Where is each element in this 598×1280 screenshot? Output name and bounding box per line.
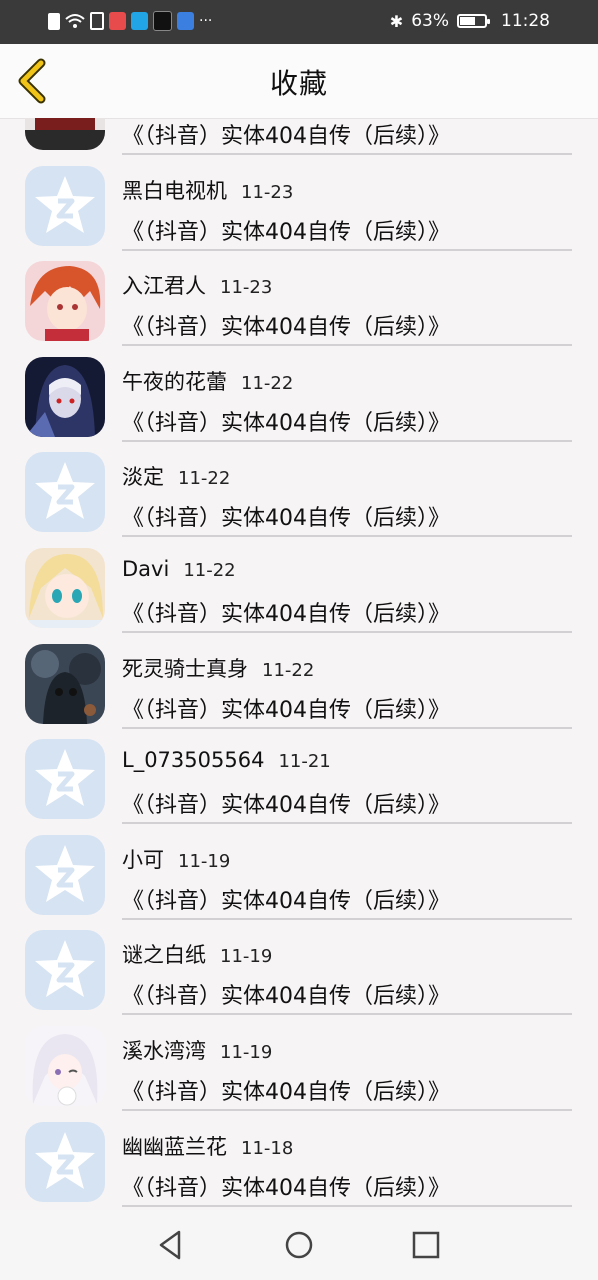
divider: [122, 439, 572, 442]
list-item[interactable]: 淡定 11-22 《（抖音）实体404自传（后续）》: [0, 444, 598, 540]
avatar[interactable]: [25, 547, 105, 628]
avatar[interactable]: [25, 356, 105, 437]
app-header: 收藏: [0, 44, 598, 119]
divider: [122, 344, 572, 347]
favorite-title: 《（抖音）实体404自传（后续）》: [122, 888, 450, 914]
recents-square-icon: [412, 1231, 440, 1259]
user-name: 死灵骑士真身 11-22: [122, 656, 315, 681]
favorite-title: 《（抖音）实体404自传（后续）》: [122, 793, 450, 819]
avatar[interactable]: [25, 118, 105, 150]
user-name: 小可 11-19: [122, 847, 231, 872]
status-bar: ··· ✱ 63% 11:28: [0, 0, 598, 44]
avatar[interactable]: [25, 930, 105, 1011]
sim-icon: [48, 12, 60, 30]
favorite-title: 《（抖音）实体404自传（后续）》: [122, 1175, 450, 1201]
avatar[interactable]: [25, 452, 105, 533]
favorite-date: 11-23: [241, 181, 294, 203]
list-item[interactable]: Davi 11-22 《（抖音）实体404自传（后续）》: [0, 540, 598, 636]
bluetooth-icon: ✱: [389, 11, 404, 31]
favorite-date: 11-19: [178, 850, 231, 872]
list-item[interactable]: 死灵骑士真身 11-22 《（抖音）实体404自传（后续）》: [0, 636, 598, 732]
divider: [122, 1108, 572, 1111]
system-navigation-bar: [0, 1210, 598, 1280]
more-notifications-icon: ···: [199, 13, 213, 29]
favorite-title: 《（抖音）实体404自传（后续）》: [122, 506, 450, 532]
favorite-date: 11-22: [262, 659, 315, 681]
favorite-date: 11-21: [278, 751, 331, 773]
favorite-date: 11-22: [241, 372, 294, 394]
avatar[interactable]: [25, 165, 105, 246]
page-title: 收藏: [269, 67, 328, 100]
favorites-list[interactable]: 《（抖音）实体404自传（后续）》 黑白电视机 11-23 《（抖音）实体404自传（…: [0, 118, 598, 1210]
favorite-date: 11-18: [241, 1137, 294, 1159]
user-name: 溪水湾湾 11-19: [122, 1038, 273, 1063]
avatar[interactable]: [25, 1121, 105, 1202]
blue-app-icon: [177, 12, 194, 30]
avatar[interactable]: [25, 1025, 105, 1106]
divider: [122, 535, 572, 538]
user-name: Davi 11-22: [122, 556, 236, 581]
avatar[interactable]: [25, 834, 105, 915]
user-name: 谜之白纸 11-19: [122, 943, 273, 968]
favorite-date: 11-23: [220, 277, 273, 299]
user-name: 淡定 11-22: [122, 465, 231, 490]
favorite-title: 《（抖音）实体404自传（后续）》: [122, 219, 450, 245]
favorite-title: 《（抖音）实体404自传（后续）》: [122, 124, 450, 149]
divider: [122, 153, 572, 155]
user-name: 幽幽蓝兰花 11-18: [122, 1134, 294, 1159]
document-icon: [90, 12, 104, 30]
favorite-title: 《（抖音）实体404自传（后续）》: [122, 984, 450, 1010]
system-status: ✱ 63% 11:28: [390, 11, 550, 31]
favorite-title: 《（抖音）实体404自传（后续）》: [122, 315, 450, 341]
avatar[interactable]: [25, 261, 105, 342]
nav-home-button[interactable]: [282, 1228, 316, 1262]
user-name: 入江君人 11-23: [122, 274, 273, 299]
red-app-icon: [109, 12, 126, 30]
wifi-icon: [65, 12, 85, 30]
back-triangle-icon: [159, 1230, 181, 1260]
bulb-app-icon: [131, 12, 148, 30]
nav-recents-button[interactable]: [409, 1228, 443, 1262]
favorite-date: 11-19: [220, 946, 273, 968]
battery-percent: 63%: [411, 11, 449, 31]
clock: 11:28: [501, 11, 550, 31]
favorite-date: 11-19: [220, 1041, 273, 1063]
list-item[interactable]: 谜之白纸 11-19 《（抖音）实体404自传（后续）》: [0, 922, 598, 1018]
list-item[interactable]: 黑白电视机 11-23 《（抖音）实体404自传（后续）》: [0, 158, 598, 254]
list-item[interactable]: 小可 11-19 《（抖音）实体404自传（后续）》: [0, 827, 598, 923]
avatar[interactable]: [25, 739, 105, 820]
list-item[interactable]: 午夜的花蕾 11-22 《（抖音）实体404自传（后续）》: [0, 349, 598, 445]
capcut-icon: [153, 11, 172, 31]
divider: [122, 630, 572, 633]
favorite-title: 《（抖音）实体404自传（后续）》: [122, 1079, 450, 1105]
list-item[interactable]: 幽幽蓝兰花 11-18 《（抖音）实体404自传（后续）》: [0, 1114, 598, 1210]
divider: [122, 248, 572, 251]
divider: [122, 1204, 572, 1207]
list-item[interactable]: L_073505564 11-21 《（抖音）实体404自传（后续）》: [0, 731, 598, 827]
user-name: 黑白电视机 11-23: [122, 178, 294, 203]
list-item[interactable]: 《（抖音）实体404自传（后续）》: [0, 118, 598, 158]
favorite-date: 11-22: [178, 468, 231, 490]
user-name: 午夜的花蕾 11-22: [122, 369, 294, 394]
nav-back-button[interactable]: [155, 1228, 189, 1262]
user-name: L_073505564 11-21: [122, 748, 331, 773]
avatar[interactable]: [25, 643, 105, 724]
battery-level: [460, 17, 476, 25]
favorite-date: 11-22: [183, 559, 236, 581]
divider: [122, 917, 572, 920]
favorite-title: 《（抖音）实体404自传（后续）》: [122, 601, 450, 627]
divider: [122, 726, 572, 729]
notification-icons: ···: [48, 11, 212, 31]
favorites-list-inner: 《（抖音）实体404自传（后续）》 黑白电视机 11-23 《（抖音）实体404自传（…: [0, 118, 598, 1209]
list-item[interactable]: 溪水湾湾 11-19 《（抖音）实体404自传（后续）》: [0, 1018, 598, 1114]
favorite-title: 《（抖音）实体404自传（后续）》: [122, 697, 450, 723]
divider: [122, 1013, 572, 1016]
favorite-title: 《（抖音）实体404自传（后续）》: [122, 410, 450, 436]
divider: [122, 822, 572, 825]
home-circle-icon: [285, 1231, 313, 1259]
battery-icon: [457, 14, 490, 28]
list-item[interactable]: 入江君人 11-23 《（抖音）实体404自传（后续）》: [0, 253, 598, 349]
